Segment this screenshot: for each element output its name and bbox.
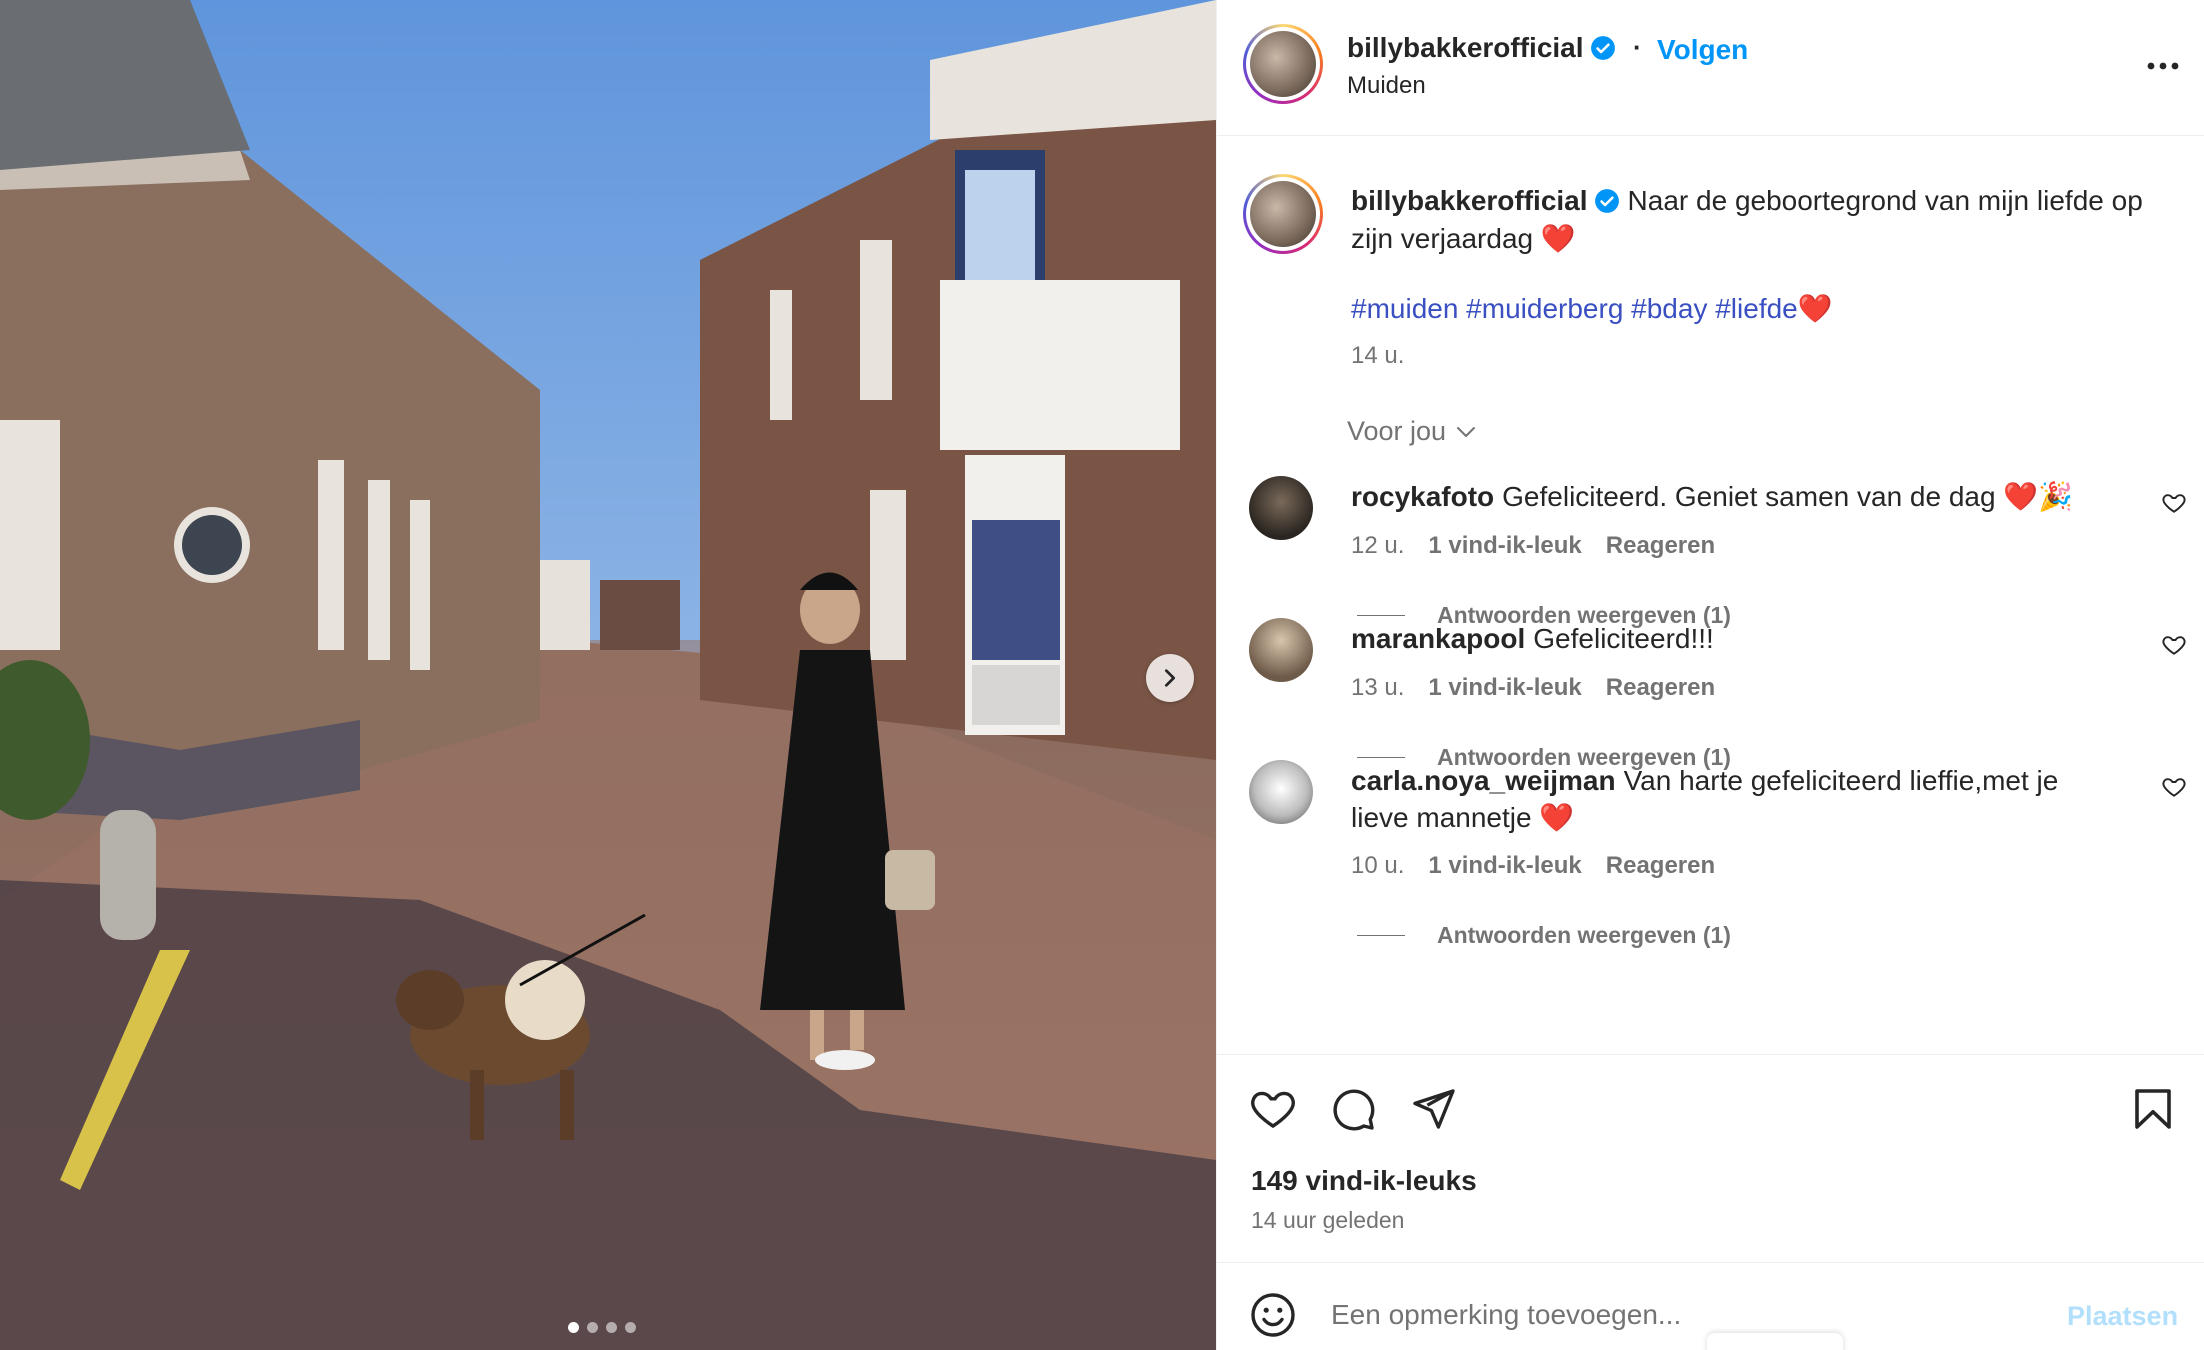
comment-meta: 12 u. 1 vind-ik-leuk Reageren	[1351, 532, 1715, 560]
comment-time[interactable]: 10 u.	[1351, 852, 1404, 880]
author-avatar[interactable]	[1243, 24, 1323, 104]
comment-meta: 13 u. 1 vind-ik-leuk Reageren	[1351, 674, 1715, 702]
for-you-label: Voor jou	[1347, 416, 1447, 446]
caption-username-text[interactable]: billybakkerofficial	[1351, 185, 1588, 216]
emoji-icon[interactable]	[1249, 1291, 1297, 1339]
chevron-right-icon	[1164, 669, 1176, 687]
caption-hashtags[interactable]: #muiden #muiderberg #bday #liefde❤️	[1351, 292, 1833, 325]
replies-divider	[1357, 615, 1405, 616]
post-actions-bar: 149 vind-ik-leuks 14 uur geleden	[1217, 1054, 2204, 1262]
view-replies-button[interactable]: Antwoorden weergeven (1)	[1357, 922, 1731, 949]
verified-icon	[1590, 36, 1615, 60]
author-username[interactable]: billybakkerofficial	[1347, 32, 1616, 64]
comment-time[interactable]: 13 u.	[1351, 674, 1404, 702]
comment-text: Gefeliciteerd. Geniet samen van de dag ❤…	[1502, 481, 2074, 512]
separator-dot: ·	[1633, 32, 1642, 62]
comment-input[interactable]	[1331, 1299, 2031, 1331]
post-comment-button[interactable]: Plaatsen	[2067, 1301, 2178, 1332]
heart-icon[interactable]	[1249, 1085, 1297, 1133]
comment-likes[interactable]: 1 vind-ik-leuk	[1428, 532, 1581, 560]
comment-reply-button[interactable]: Reageren	[1606, 852, 1715, 880]
heart-icon[interactable]	[2161, 632, 2187, 658]
carousel-indicator	[568, 1322, 636, 1333]
caption-time[interactable]: 14 u.	[1351, 342, 1404, 370]
post-photo	[0, 0, 1216, 1350]
comments-scroll-area[interactable]: billybakkerofficial Naar de geboortegrond…	[1217, 136, 2204, 1054]
author-username-text[interactable]: billybakkerofficial	[1347, 32, 1584, 63]
carousel-dot	[587, 1322, 598, 1333]
comment-username[interactable]: marankapool	[1351, 623, 1525, 654]
carousel-dot	[625, 1322, 636, 1333]
more-icon[interactable]	[2143, 46, 2183, 86]
post-location[interactable]: Muiden	[1347, 72, 1426, 100]
add-comment-bar: Plaatsen	[1217, 1262, 2204, 1350]
comment-reply-button[interactable]: Reageren	[1606, 532, 1715, 560]
post-header: billybakkerofficial · Volgen Muiden	[1217, 0, 2204, 136]
heart-icon[interactable]	[2161, 774, 2187, 800]
comment-text-block: marankapool Gefeliciteerd!!!	[1351, 620, 2111, 657]
bookmark-icon[interactable]	[2129, 1085, 2177, 1133]
carousel-dot	[568, 1322, 579, 1333]
comment-username[interactable]: rocykafoto	[1351, 481, 1494, 512]
caption-avatar[interactable]	[1243, 174, 1323, 254]
comment-avatar[interactable]	[1249, 476, 1313, 540]
post-side-panel: billybakkerofficial · Volgen Muiden bill…	[1216, 0, 2204, 1350]
replies-divider	[1357, 757, 1405, 758]
chevron-down-icon	[1457, 426, 1476, 437]
post-media[interactable]	[0, 0, 1216, 1350]
for-you-dropdown[interactable]: Voor jou	[1347, 416, 1478, 447]
comment-avatar[interactable]	[1249, 618, 1313, 682]
replies-divider	[1357, 935, 1405, 936]
carousel-next-button[interactable]	[1146, 654, 1194, 702]
comment-likes[interactable]: 1 vind-ik-leuk	[1428, 674, 1581, 702]
follow-button[interactable]: Volgen	[1657, 34, 1748, 66]
verified-icon	[1594, 189, 1619, 213]
tooltip-edge	[1707, 1333, 1843, 1350]
comment-text-block: carla.noya_weijman Van harte gefeliciteer…	[1351, 762, 2111, 836]
comment-likes[interactable]: 1 vind-ik-leuk	[1428, 852, 1581, 880]
likes-count[interactable]: 149 vind-ik-leuks	[1251, 1165, 1477, 1197]
comment-icon[interactable]	[1329, 1085, 1377, 1133]
view-replies-label: Antwoorden weergeven (1)	[1437, 922, 1731, 948]
carousel-dot	[606, 1322, 617, 1333]
comment-meta: 10 u. 1 vind-ik-leuk Reageren	[1351, 852, 1715, 880]
comment-avatar[interactable]	[1249, 760, 1313, 824]
comment-username[interactable]: carla.noya_weijman	[1351, 765, 1616, 796]
comment-time[interactable]: 12 u.	[1351, 532, 1404, 560]
comment-text-block: rocykafoto Gefeliciteerd. Geniet samen va…	[1351, 478, 2111, 515]
comment-text: Gefeliciteerd!!!	[1533, 623, 1714, 654]
post-timestamp[interactable]: 14 uur geleden	[1251, 1207, 1404, 1234]
caption-username[interactable]: billybakkerofficial	[1351, 185, 1620, 216]
heart-icon[interactable]	[2161, 490, 2187, 516]
comment-reply-button[interactable]: Reageren	[1606, 674, 1715, 702]
share-icon[interactable]	[1409, 1085, 1457, 1133]
post-caption: billybakkerofficial Naar de geboortegrond…	[1351, 182, 2181, 258]
